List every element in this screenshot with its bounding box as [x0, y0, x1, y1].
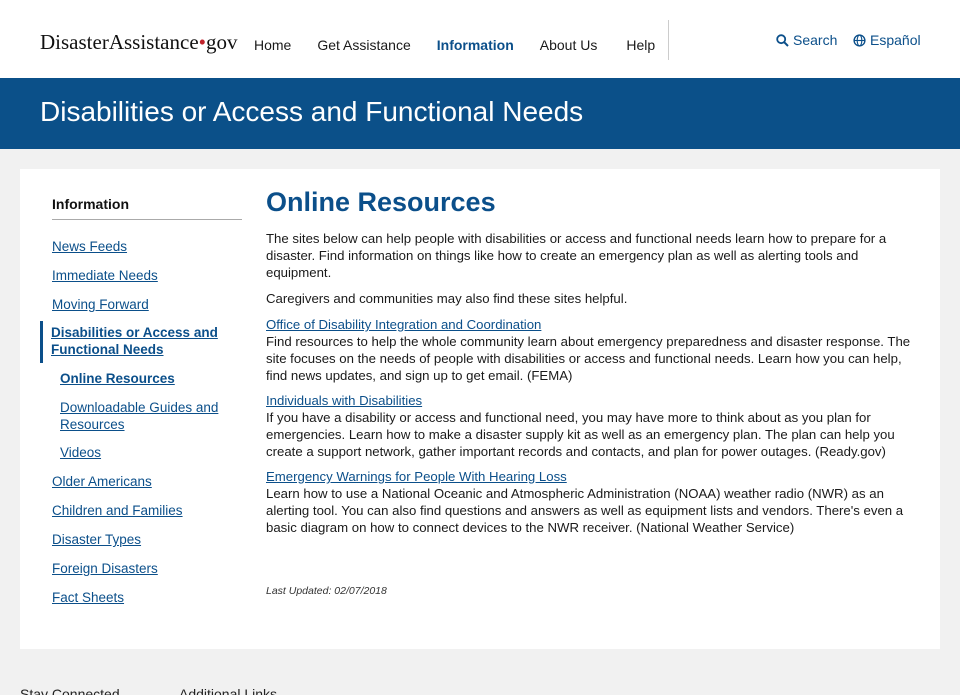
site-header: DisasterAssistance•gov Home Get Assistan…: [0, 0, 960, 78]
espanol-label: Español: [870, 32, 921, 48]
globe-icon: [853, 33, 866, 47]
last-updated: Last Updated: 02/07/2018: [266, 585, 387, 597]
site-logo[interactable]: DisasterAssistance•gov: [40, 30, 238, 55]
nav-about-us[interactable]: About Us: [540, 37, 598, 53]
sidebar-item-immediate-needs[interactable]: Immediate Needs: [52, 267, 232, 284]
sidebar-item-disabilities[interactable]: Disabilities or Access and Functional Ne…: [51, 324, 241, 358]
search-link[interactable]: Search: [776, 32, 837, 48]
section-title: Online Resources: [266, 187, 496, 217]
espanol-link[interactable]: Español: [853, 32, 921, 48]
sidebar-active-indicator: [40, 321, 43, 363]
logo-dot: •: [198, 30, 207, 54]
sidebar-item-downloadable-guides[interactable]: Downloadable Guides and Resources: [60, 399, 240, 433]
nav-home[interactable]: Home: [254, 37, 291, 53]
search-icon: [776, 33, 789, 47]
caregivers-paragraph: Caregivers and communities may also find…: [266, 291, 628, 306]
page-banner: Disabilities or Access and Functional Ne…: [0, 78, 960, 149]
resource-description: If you have a disability or access and f…: [266, 410, 895, 459]
logo-word-assistance: Assistance: [108, 30, 199, 54]
sidebar-item-foreign-disasters[interactable]: Foreign Disasters: [52, 560, 232, 577]
main-content: Online Resources The sites below can hel…: [266, 187, 926, 544]
sidebar-item-disaster-types[interactable]: Disaster Types: [52, 531, 232, 548]
content-card: Information News Feeds Immediate Needs M…: [20, 169, 940, 649]
sidebar-item-older-americans[interactable]: Older Americans: [52, 473, 232, 490]
nav-get-assistance[interactable]: Get Assistance: [317, 37, 410, 53]
page-title: Disabilities or Access and Functional Ne…: [40, 96, 584, 127]
resource-description: Find resources to help the whole communi…: [266, 334, 911, 383]
resource-item: Emergency Warnings for People With Heari…: [266, 468, 926, 536]
sidebar-item-videos[interactable]: Videos: [60, 444, 240, 461]
sidebar-item-online-resources[interactable]: Online Resources: [60, 370, 240, 387]
footer-additional-links: Additional Links: [179, 686, 278, 695]
nav-divider: [668, 20, 669, 60]
resource-item: Individuals with Disabilities If you hav…: [266, 392, 926, 460]
nav-help[interactable]: Help: [626, 37, 655, 53]
sidebar-item-children-families[interactable]: Children and Families: [52, 502, 232, 519]
footer-stay-connected: Stay Connected: [20, 686, 120, 695]
main-nav: Home Get Assistance Information About Us…: [254, 37, 655, 53]
intro-paragraph: The sites below can help people with dis…: [266, 231, 887, 280]
resource-description: Learn how to use a National Oceanic and …: [266, 486, 904, 535]
logo-word-disaster: Disaster: [40, 30, 109, 54]
logo-tld: gov: [206, 30, 238, 54]
sidebar-title: Information: [52, 196, 129, 212]
sidebar-item-news-feeds[interactable]: News Feeds: [52, 238, 232, 255]
sidebar-divider: [52, 219, 242, 220]
nav-information[interactable]: Information: [437, 37, 514, 53]
sidebar-item-moving-forward[interactable]: Moving Forward: [52, 296, 232, 313]
resource-link-odic[interactable]: Office of Disability Integration and Coo…: [266, 316, 926, 333]
resource-link-hearing-loss[interactable]: Emergency Warnings for People With Heari…: [266, 468, 926, 485]
resource-item: Office of Disability Integration and Coo…: [266, 316, 926, 384]
resource-link-individuals[interactable]: Individuals with Disabilities: [266, 392, 926, 409]
search-label: Search: [793, 32, 838, 48]
sidebar-item-fact-sheets[interactable]: Fact Sheets: [52, 589, 232, 606]
